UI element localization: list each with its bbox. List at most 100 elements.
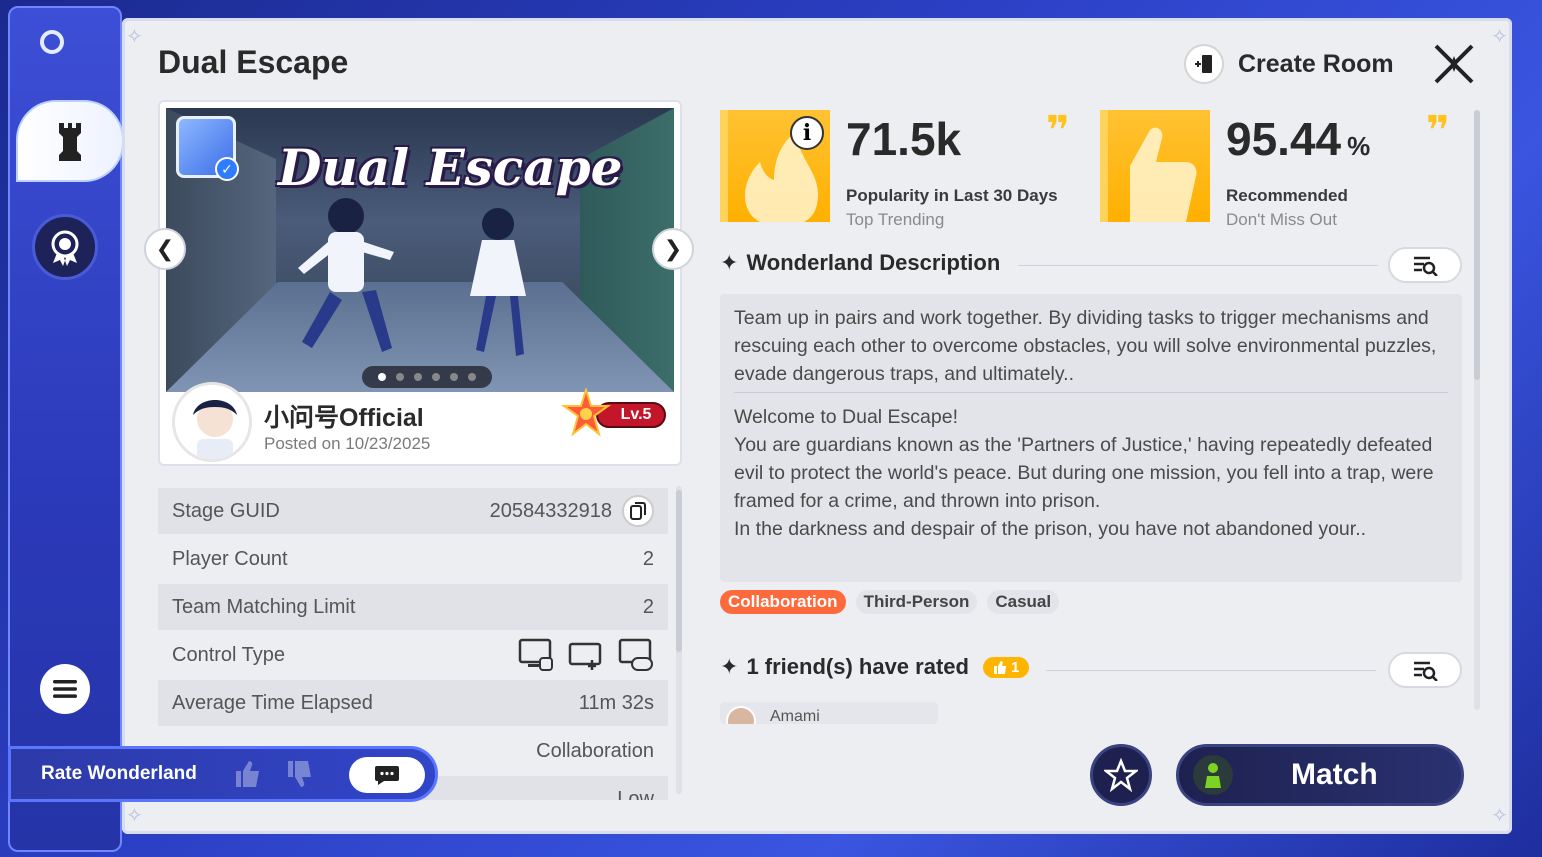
- corner-decor-icon: ✧: [126, 805, 143, 827]
- tab-wonderland[interactable]: [16, 100, 124, 182]
- next-image-button[interactable]: ❯: [652, 228, 694, 270]
- friend-name: Amami: [770, 708, 820, 724]
- character-figure: [470, 208, 526, 356]
- creator-level-badge: Lv.5: [560, 388, 670, 438]
- tag-list: Collaboration Third-Person Casual: [720, 590, 1060, 614]
- keyboard-mouse-icon: [518, 638, 553, 671]
- carousel-dot[interactable]: [378, 373, 386, 381]
- content-scrollbar[interactable]: [1474, 110, 1480, 710]
- recommended-unit: %: [1347, 131, 1371, 161]
- friend-rating-item[interactable]: Amami: [720, 702, 938, 724]
- wonderland-card: Dual Escape ✓ 小问号Official Posted on 10/2…: [158, 100, 682, 466]
- touch-screen-icon: [568, 642, 602, 670]
- divider: [1046, 670, 1376, 671]
- character-figure: [298, 198, 394, 352]
- match-button[interactable]: Match: [1176, 744, 1464, 806]
- corner-decor-icon: ✧: [1491, 26, 1508, 48]
- popularity-label: Popularity in Last 30 Days: [846, 186, 1058, 205]
- friends-detail-button[interactable]: [1388, 652, 1462, 688]
- description-body-2: In the darkness and despair of the priso…: [734, 518, 1367, 540]
- friends-rated-label: 1 friend(s) have rated: [746, 654, 969, 679]
- recommended-stat: 95.44% Recommended Don't Miss Out ❜❜: [1100, 109, 1470, 229]
- posted-date: Posted on 10/23/2025: [264, 434, 431, 453]
- create-room-button[interactable]: Create Room: [1184, 44, 1394, 84]
- divider: [1018, 265, 1378, 266]
- rate-wonderland-bar: Rate Wonderland: [8, 746, 438, 802]
- corner-decor-icon: ✧: [1491, 805, 1508, 827]
- hamburger-icon: [53, 680, 77, 698]
- info-label: Control Type: [172, 643, 286, 666]
- tag-chip[interactable]: Collaboration: [720, 590, 846, 614]
- thumbs-up-icon[interactable]: [233, 759, 263, 789]
- info-icon[interactable]: i: [790, 116, 824, 150]
- recommended-value: 95.44%: [1226, 112, 1370, 166]
- cover-title: Dual Escape: [278, 138, 623, 197]
- info-label: Stage GUID: [172, 499, 280, 522]
- info-label: Player Count: [172, 547, 288, 570]
- door-icon: [1184, 44, 1224, 84]
- recommended-sub: Don't Miss Out: [1226, 210, 1337, 229]
- carousel-dot[interactable]: [432, 373, 440, 381]
- copy-button[interactable]: [622, 495, 654, 527]
- create-room-label: Create Room: [1238, 49, 1394, 78]
- level-star-icon: [560, 388, 612, 437]
- description-body: You are guardians known as the 'Partners…: [734, 434, 1434, 512]
- author-avatar[interactable]: [172, 382, 252, 462]
- quote-icon: ❜❜: [1426, 109, 1450, 153]
- carousel-dot[interactable]: [396, 373, 404, 381]
- tag-chip[interactable]: Third-Person: [855, 590, 978, 614]
- chevron-right-icon: ❯: [663, 236, 683, 261]
- friends-rated-heading: ✦ 1 friend(s) have rated 1: [720, 654, 1030, 680]
- rating-count-badge: 1: [982, 656, 1030, 678]
- info-value: 11m 32s: [578, 691, 654, 714]
- close-button[interactable]: [1432, 42, 1476, 86]
- description-heading: ✦ Wonderland Description: [720, 250, 1000, 276]
- info-row-team-matching-limit: Team Matching Limit 2: [158, 584, 668, 630]
- player-icon: [1193, 755, 1233, 795]
- corner-decor-icon: ✧: [126, 26, 143, 48]
- carousel-dot[interactable]: [414, 373, 422, 381]
- rating-count: 1: [1010, 658, 1020, 676]
- list-search-icon: [1414, 256, 1438, 276]
- friend-avatar: [726, 706, 756, 724]
- popularity-stat: i 71.5k Popularity in Last 30 Days Top T…: [720, 109, 1090, 229]
- description-detail-button[interactable]: [1388, 247, 1462, 283]
- description-welcome: Welcome to Dual Escape!: [734, 406, 958, 428]
- popularity-sub: Top Trending: [846, 210, 945, 229]
- medal-icon[interactable]: [32, 214, 98, 280]
- check-icon: ✓: [215, 157, 239, 181]
- gamepad-icon: [618, 638, 653, 671]
- description-summary: Team up in pairs and work together. By d…: [734, 304, 1448, 393]
- carousel-dot[interactable]: [450, 373, 458, 381]
- close-icon: [1434, 44, 1474, 84]
- list-search-icon: [1414, 661, 1438, 681]
- info-row-average-time: Average Time Elapsed 11m 32s: [158, 680, 668, 726]
- scroll-thumb[interactable]: [676, 490, 682, 652]
- cover-image: Dual Escape ✓: [166, 108, 674, 392]
- thumbs-up-icon: [1100, 110, 1210, 222]
- carousel-dots: [362, 366, 492, 388]
- match-label: Match: [1291, 758, 1378, 791]
- carousel-dot[interactable]: [468, 373, 476, 381]
- favorite-button[interactable]: [1090, 744, 1152, 806]
- info-scrollbar[interactable]: [676, 486, 682, 794]
- info-label: Team Matching Limit: [172, 595, 356, 618]
- menu-button[interactable]: [40, 664, 90, 714]
- star-icon: [1104, 758, 1138, 792]
- scroll-thumb[interactable]: [1474, 110, 1480, 380]
- info-value: 2: [642, 595, 654, 618]
- author-name[interactable]: 小问号Official: [264, 398, 424, 434]
- comment-button[interactable]: [349, 757, 425, 793]
- recommended-number: 95.44: [1226, 113, 1342, 165]
- prev-image-button[interactable]: ❮: [144, 228, 186, 270]
- rate-wonderland-label: Rate Wonderland: [41, 763, 197, 784]
- tag-chip[interactable]: Casual: [987, 590, 1060, 614]
- page-title: Dual Escape: [158, 44, 349, 80]
- verified-badge-icon: ✓: [176, 116, 239, 181]
- info-value: Collaboration: [536, 739, 654, 762]
- wonderland-detail-panel: ✧ ✧ ✧ ✧ Dual Escape Create Room Dual Esc…: [122, 18, 1512, 834]
- description-heading-label: Wonderland Description: [746, 250, 1001, 275]
- sparkle-icon: ✦: [720, 654, 739, 679]
- stage-guid-value: 20584332918: [489, 499, 612, 522]
- thumbs-down-icon[interactable]: [285, 759, 315, 789]
